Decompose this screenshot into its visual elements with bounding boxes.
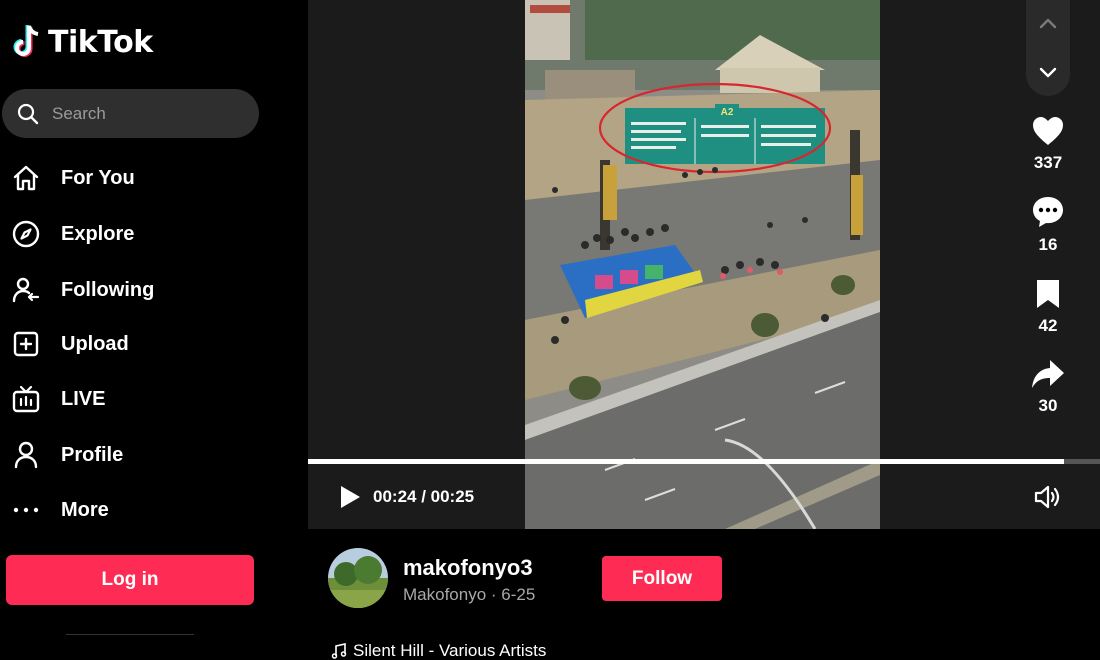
like-button[interactable]: 337 <box>1018 115 1078 173</box>
tiktok-logo[interactable]: TikTok <box>12 24 153 60</box>
sidebar: TikTok For You Explore Following <box>0 0 308 660</box>
search-input[interactable] <box>52 103 232 124</box>
music-note-icon <box>331 643 347 659</box>
profile-icon <box>10 439 42 471</box>
music-info[interactable]: Silent Hill - Various Artists <box>331 641 546 660</box>
playback-time: 00:24 / 00:25 <box>373 487 475 506</box>
nav-label: Following <box>61 278 155 301</box>
like-count: 337 <box>1033 153 1063 172</box>
volume-icon[interactable] <box>1033 484 1063 510</box>
login-button[interactable]: Log in <box>6 555 254 605</box>
follow-button[interactable]: Follow <box>602 556 722 601</box>
creator-username[interactable]: makofonyo3 <box>403 555 533 581</box>
creator-subline: Makofonyo · 6-25 <box>403 585 536 604</box>
tiktok-logo-icon <box>13 25 39 57</box>
nav-item-live[interactable]: LIVE <box>10 377 290 421</box>
progress-bar[interactable] <box>308 459 1100 464</box>
share-icon <box>1032 360 1064 388</box>
save-count: 42 <box>1038 316 1058 335</box>
nav-label: For You <box>61 166 135 189</box>
nav-item-upload[interactable]: Upload <box>10 322 290 366</box>
video-frame[interactable]: A2 <box>525 0 880 529</box>
nav-label: Explore <box>61 222 135 245</box>
compass-icon <box>10 218 42 250</box>
music-title: Silent Hill - Various Artists <box>353 641 547 660</box>
following-icon <box>10 274 42 306</box>
video-player[interactable]: A2 00:24 / 00:25 337 16 42 30 <box>308 0 1100 529</box>
bookmark-icon <box>1037 280 1059 308</box>
home-icon <box>10 162 42 194</box>
nav-item-profile[interactable]: Profile <box>10 433 290 477</box>
avatar-image <box>328 548 388 608</box>
nav-item-for-you[interactable]: For You <box>10 156 290 200</box>
nav-item-following[interactable]: Following <box>10 268 290 312</box>
search-bar[interactable] <box>2 89 259 138</box>
play-icon[interactable] <box>338 484 362 510</box>
save-button[interactable]: 42 <box>1018 278 1078 336</box>
video-nav-arrows <box>1026 0 1070 96</box>
nav-label: Upload <box>61 332 129 355</box>
nav-label: More <box>61 498 109 521</box>
chevron-down-icon[interactable] <box>1036 60 1060 84</box>
nav-item-explore[interactable]: Explore <box>10 212 290 256</box>
video-scene: A2 <box>525 0 880 529</box>
sign-label: A2 <box>721 107 734 118</box>
more-icon <box>10 494 42 526</box>
chevron-up-icon[interactable] <box>1036 12 1060 36</box>
live-icon <box>10 383 42 415</box>
sidebar-divider <box>66 634 194 635</box>
avatar[interactable] <box>328 548 388 608</box>
search-icon <box>17 103 39 124</box>
upload-icon <box>10 328 42 360</box>
tiktok-logo-text: TikTok <box>48 24 153 60</box>
comment-count: 16 <box>1038 235 1058 254</box>
comment-icon <box>1033 197 1063 227</box>
heart-icon <box>1033 117 1063 145</box>
nav-label: LIVE <box>61 387 106 410</box>
share-count: 30 <box>1038 396 1058 415</box>
comment-button[interactable]: 16 <box>1018 195 1078 255</box>
progress-fill <box>308 459 1065 464</box>
share-button[interactable]: 30 <box>1018 358 1078 416</box>
nav-item-more[interactable]: More <box>10 488 290 532</box>
nav-label: Profile <box>61 443 124 466</box>
